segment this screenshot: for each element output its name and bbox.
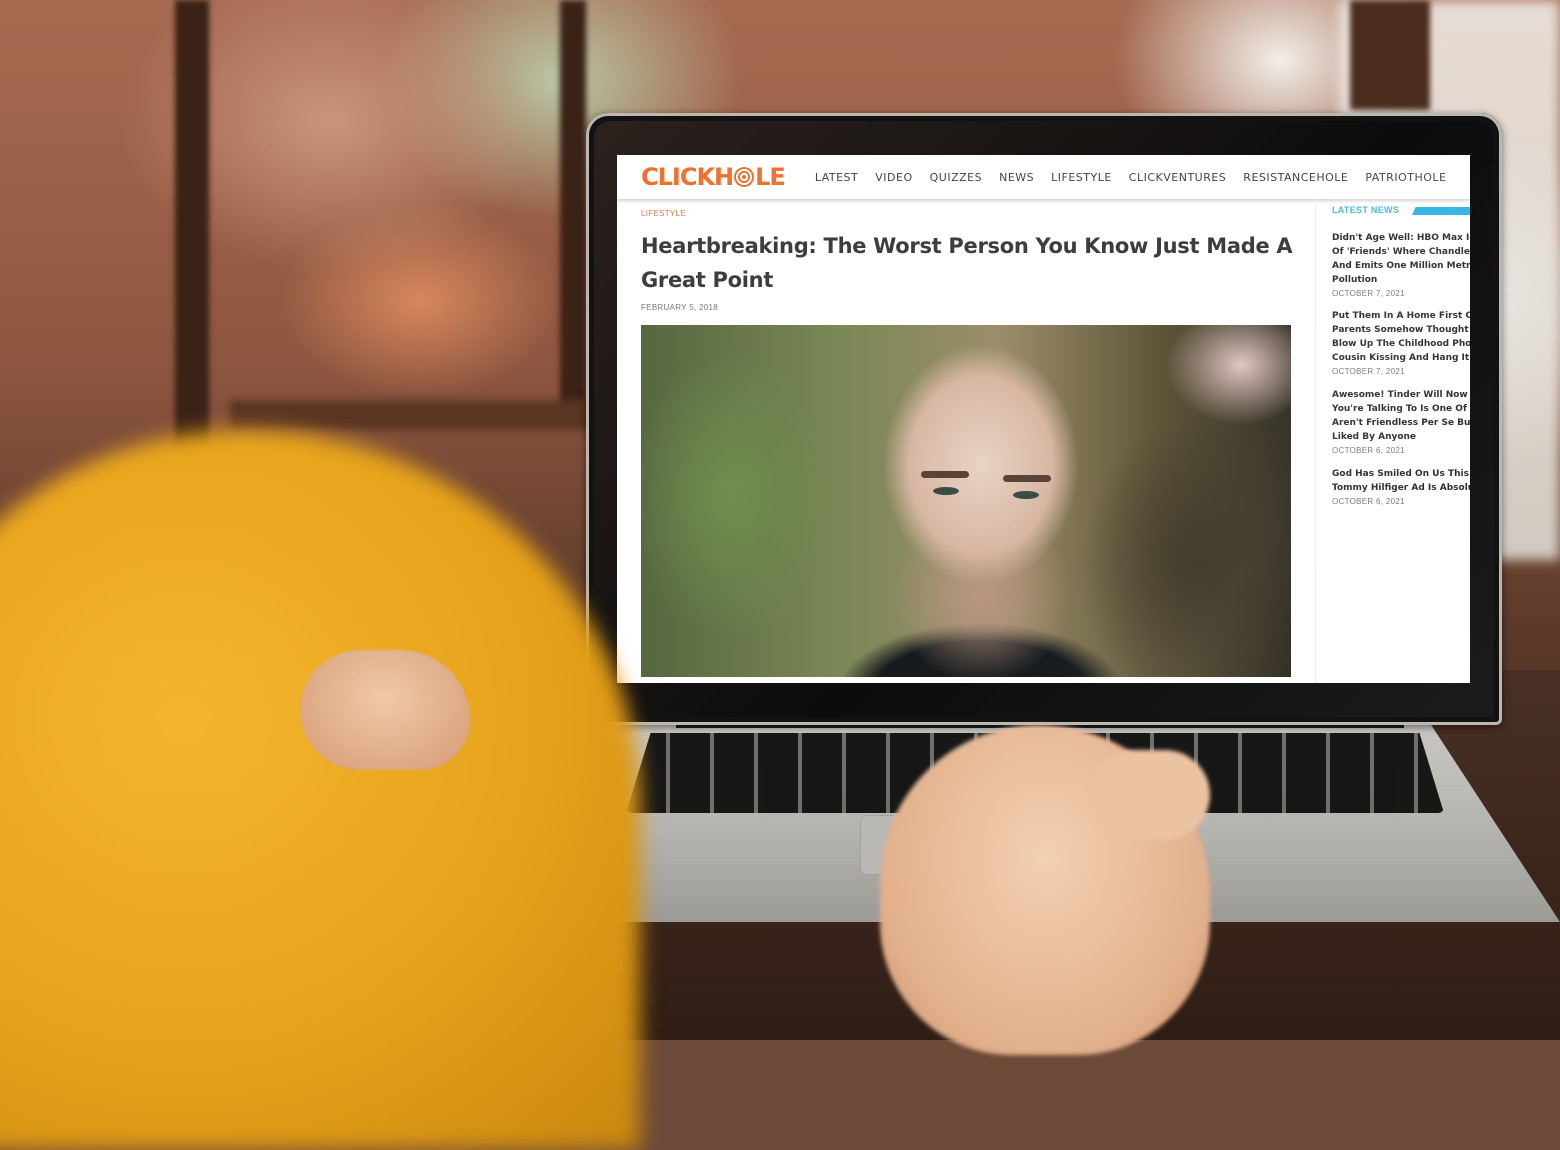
news-item[interactable]: Didn't Age Well: HBO Max Is Pu Of 'Frien… <box>1332 231 1470 298</box>
article-hero-image <box>641 325 1291 677</box>
news-title-line[interactable]: Cousin Kissing And Hang It Ab <box>1332 351 1470 365</box>
logo-text-left: CLICKH <box>641 163 734 191</box>
portrait-eye-right <box>1013 491 1039 499</box>
news-date: OCTOBER 6, 2021 <box>1332 497 1405 506</box>
background-shelf <box>230 400 610 430</box>
news-title-line[interactable]: Pollution <box>1332 273 1470 287</box>
logo-ring-icon <box>734 167 755 187</box>
news-date: OCTOBER 7, 2021 <box>1332 367 1405 376</box>
site-navbar: CLICKH LE LATEST VIDEO QUIZZES NEWS LIFE… <box>617 155 1470 199</box>
article-date: FEBRUARY 5, 2018 <box>641 303 718 312</box>
news-item[interactable]: Awesome! Tinder Will Now Wa You're Talki… <box>1332 388 1470 455</box>
portrait-brow-right <box>1003 475 1051 482</box>
news-date: OCTOBER 6, 2021 <box>1332 446 1405 455</box>
news-title-line[interactable]: Parents Somehow Thought It W <box>1332 323 1470 337</box>
logo-text-right: LE <box>755 163 786 191</box>
article-category[interactable]: LIFESTYLE <box>641 209 686 218</box>
nav-video[interactable]: VIDEO <box>875 171 912 184</box>
news-title-line[interactable]: Put Them In A Home First Char <box>1332 309 1470 323</box>
news-title-line[interactable]: God Has Smiled On Us This Da <box>1332 467 1470 481</box>
news-title-line[interactable]: You're Talking To Is One Of Th <box>1332 402 1470 416</box>
news-item[interactable]: Put Them In A Home First Char Parents So… <box>1332 309 1470 376</box>
person-left-hand <box>300 650 470 770</box>
news-title-line[interactable]: Didn't Age Well: HBO Max Is Pu <box>1332 231 1470 245</box>
news-title-line[interactable]: Of 'Friends' Where Chandler U <box>1332 245 1470 259</box>
main-menu: LATEST VIDEO QUIZZES NEWS LIFESTYLE CLIC… <box>815 171 1464 184</box>
news-title-line[interactable]: And Emits One Million Metric T <box>1332 259 1470 273</box>
headline-line-1: Heartbreaking: The Worst Person You Know… <box>641 234 1293 258</box>
news-title-line[interactable]: Blow Up The Childhood Photo <box>1332 337 1470 351</box>
clickhole-logo[interactable]: CLICKH LE <box>641 163 786 191</box>
nav-quizzes[interactable]: QUIZZES <box>930 171 982 184</box>
portrait-brow-left <box>921 471 969 478</box>
latest-news-sidebar: LATEST NEWS Didn't Age Well: HBO Max Is … <box>1315 199 1470 683</box>
nav-patriothole[interactable]: PATRIOTHOLE <box>1365 171 1446 184</box>
nav-news[interactable]: NEWS <box>999 171 1034 184</box>
news-title-line[interactable]: Awesome! Tinder Will Now Wa <box>1332 388 1470 402</box>
nav-lifestyle[interactable]: LIFESTYLE <box>1051 171 1112 184</box>
news-title-line[interactable]: Aren't Friendless Per Se But Ar <box>1332 416 1470 430</box>
latest-news-accent-bar <box>1412 207 1470 215</box>
laptop-screen: CLICKH LE LATEST VIDEO QUIZZES NEWS LIFE… <box>617 155 1470 683</box>
latest-news-label: LATEST NEWS <box>1332 205 1400 215</box>
nav-latest[interactable]: LATEST <box>815 171 858 184</box>
news-title-line[interactable]: Tommy Hilfiger Ad Is Absolute <box>1332 481 1470 495</box>
window-frame-post <box>1350 0 1430 110</box>
portrait-eye-left <box>933 487 959 495</box>
news-date: OCTOBER 7, 2021 <box>1332 289 1405 298</box>
nav-clickventures[interactable]: CLICKVENTURES <box>1129 171 1227 184</box>
article-main: LIFESTYLE Heartbreaking: The Worst Perso… <box>641 199 1301 683</box>
window-frame-post <box>560 0 586 420</box>
headline-line-2: Great Point <box>641 268 774 292</box>
article-headline: Heartbreaking: The Worst Person You Know… <box>641 229 1301 297</box>
nav-resistancehole[interactable]: RESISTANCEHOLE <box>1243 171 1348 184</box>
news-title-line[interactable]: Liked By Anyone <box>1332 430 1470 444</box>
news-item[interactable]: God Has Smiled On Us This Da Tommy Hilfi… <box>1332 467 1470 506</box>
person-right-fingers <box>1090 750 1210 840</box>
